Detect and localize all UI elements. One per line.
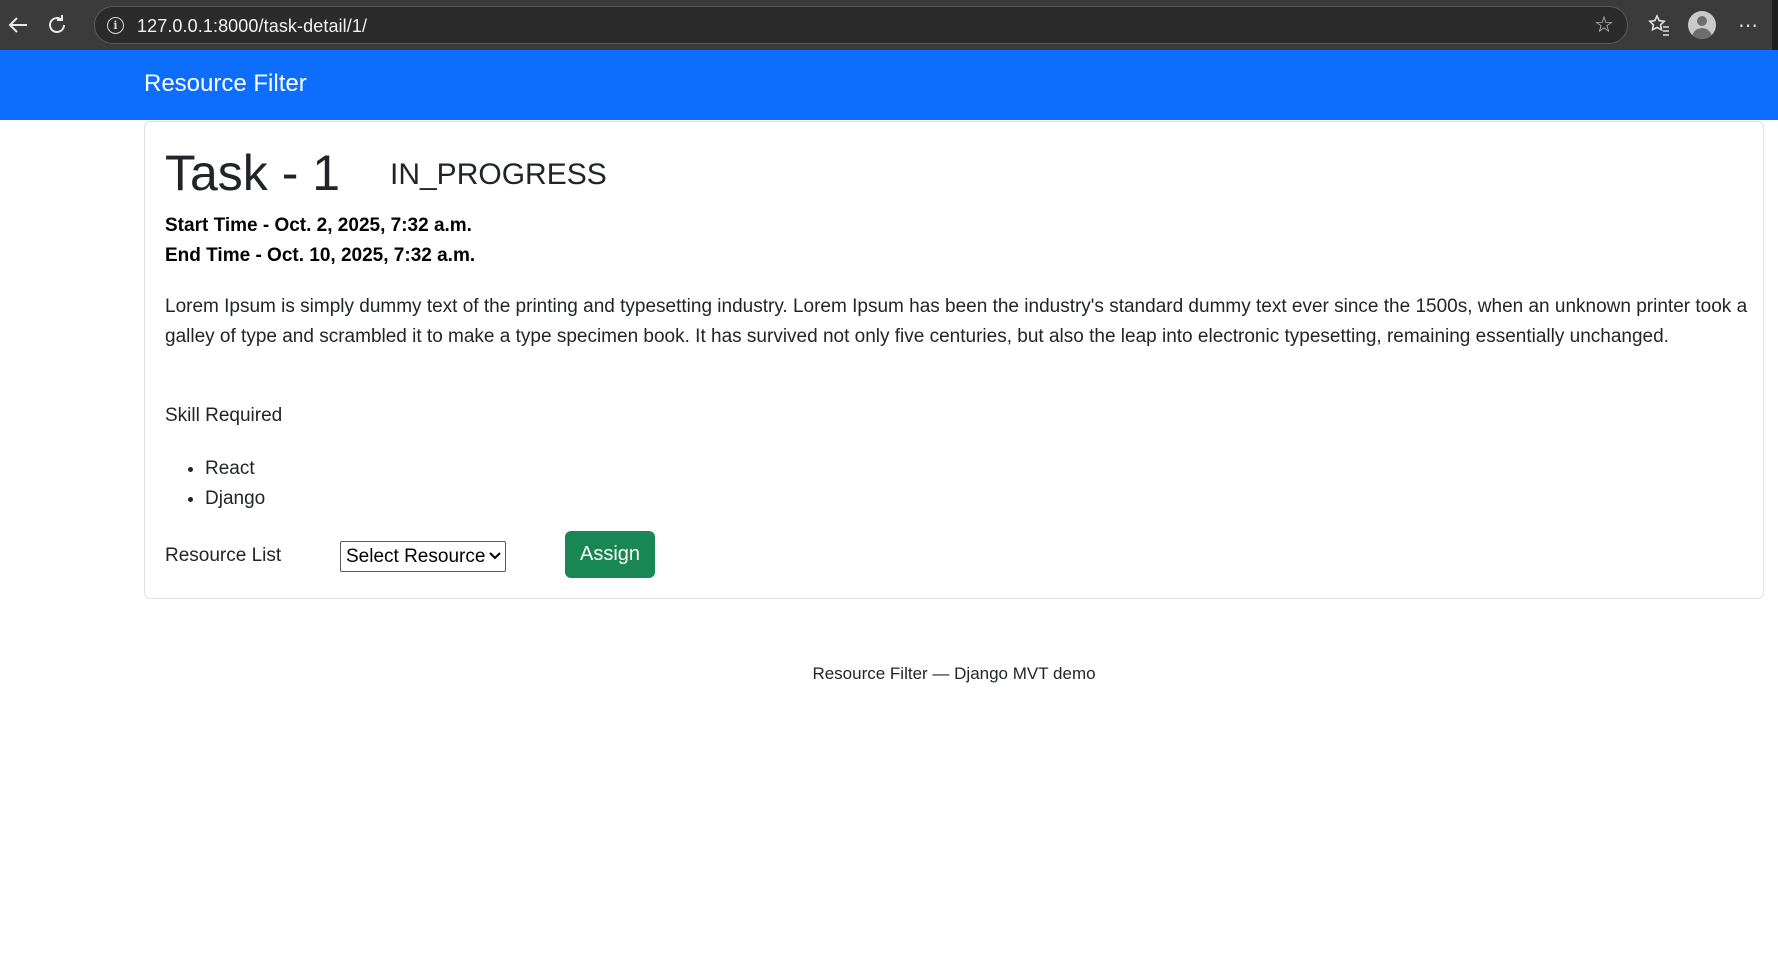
task-card: Task - 1 IN_PROGRESS Start Time - Oct. 2…	[144, 121, 1764, 599]
more-icon[interactable]: ⋯	[1732, 9, 1764, 41]
skill-list: React Django	[205, 454, 265, 514]
skill-item: Django	[205, 484, 265, 514]
back-arrow-icon[interactable]	[2, 9, 34, 41]
address-bar[interactable]: i 127.0.0.1:8000/task-detail/1/ ☆	[94, 6, 1628, 44]
end-time: End Time - Oct. 10, 2025, 7:32 a.m.	[165, 245, 476, 266]
browser-toolbar: i 127.0.0.1:8000/task-detail/1/ ☆ ⋯	[0, 0, 1778, 50]
star-icon[interactable]: ☆	[1591, 12, 1617, 38]
task-status: IN_PROGRESS	[390, 158, 607, 191]
chevron-down-icon	[489, 546, 501, 569]
window-edge	[1772, 0, 1778, 50]
resource-select-value: Select Resource	[346, 545, 486, 567]
assign-button[interactable]: Assign	[565, 531, 655, 578]
resource-list-label: Resource List	[165, 545, 282, 566]
start-time: Start Time - Oct. 2, 2025, 7:32 a.m.	[165, 215, 472, 236]
navbar-brand[interactable]: Resource Filter	[144, 70, 307, 98]
skill-required-label: Skill Required	[165, 405, 283, 426]
reload-icon[interactable]	[41, 9, 73, 41]
resource-select[interactable]: Select Resource	[340, 541, 506, 572]
task-description: Lorem Ipsum is simply dummy text of the …	[165, 296, 1748, 347]
page-footer: Resource Filter — Django MVT demo	[812, 664, 1096, 683]
app-navbar: Resource Filter	[0, 50, 1778, 120]
skill-item: React	[205, 454, 265, 484]
task-title: Task - 1	[165, 145, 341, 201]
star-list-icon[interactable]	[1643, 9, 1675, 41]
url-text: 127.0.0.1:8000/task-detail/1/	[137, 16, 368, 36]
avatar-icon[interactable]	[1688, 11, 1716, 39]
site-info-icon[interactable]: i	[107, 17, 124, 34]
